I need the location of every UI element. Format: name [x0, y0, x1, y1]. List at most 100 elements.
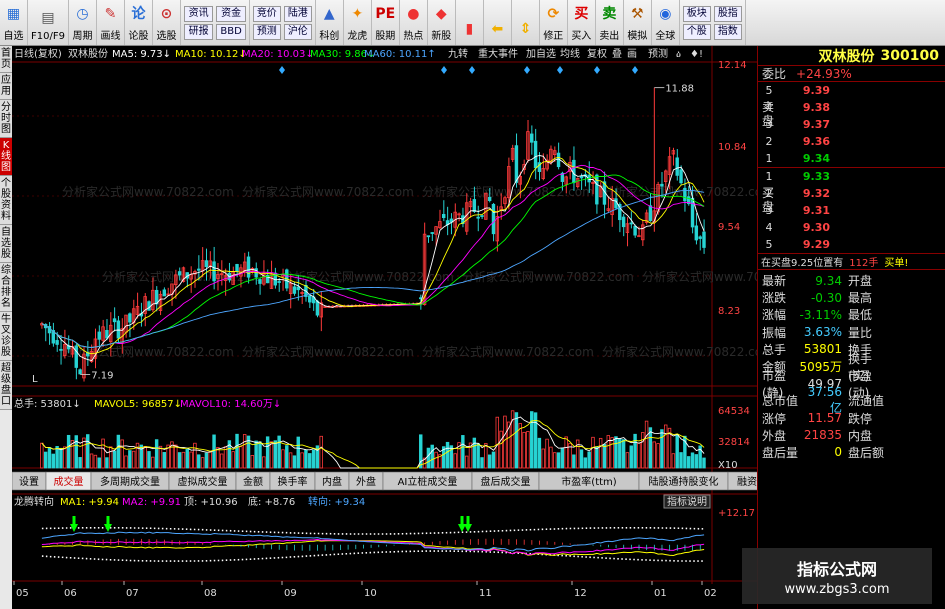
- toolbar-grid-c-btn-1[interactable]: 股指: [713, 5, 742, 22]
- indicator-tab-7[interactable]: 外盘: [356, 475, 376, 488]
- chart-header-button-4[interactable]: 复权: [587, 47, 607, 60]
- indicator-tab-4[interactable]: 金额: [243, 475, 263, 488]
- candle-body: [698, 236, 702, 239]
- side-tab-3[interactable]: K线图: [0, 138, 12, 176]
- toolbar-c-4-button[interactable]: 买买入: [568, 0, 596, 45]
- indicator-tab-2[interactable]: 多周期成交量: [100, 475, 160, 488]
- kline-chart-area[interactable]: 分析家公式网www.70822.com 分析家公式网www.70822.com 分析…: [12, 46, 757, 599]
- chart-canvas[interactable]: 分析家公式网www.70822.com 分析家公式网www.70822.com 分析…: [12, 46, 757, 599]
- toolbar-grid-b-btn-3[interactable]: 沪伦: [283, 23, 312, 40]
- stat-row: 最新 9.34 开盘: [758, 272, 945, 289]
- toolbar-a-2-button[interactable]: ◷ 周期: [69, 0, 97, 45]
- indicator-tab-10[interactable]: 市盈率(ttm): [561, 475, 616, 488]
- chart-header-button-0[interactable]: 九转: [448, 47, 468, 60]
- chart-header-button-3[interactable]: 均线: [560, 47, 580, 60]
- date-axis-label: 09: [284, 588, 297, 599]
- toolbar-c-3-button[interactable]: ⟳ 修正: [540, 0, 568, 45]
- indicator-tab-8[interactable]: AI立桩成交量: [398, 475, 458, 488]
- side-tab-6[interactable]: 综合排名: [0, 263, 12, 312]
- toolbar-grid-c-btn-2[interactable]: 个股: [682, 23, 711, 40]
- toolbar-c-5-button[interactable]: 卖卖出: [596, 0, 624, 45]
- candle-body: [675, 157, 679, 176]
- toolbar-grid-a-btn-3[interactable]: BBD: [216, 23, 246, 40]
- volume-bar: [583, 457, 588, 469]
- toolbar-b-0-button[interactable]: ▲ 科创: [316, 0, 344, 45]
- toolbar-a-5-button[interactable]: ⊙ 选股: [153, 0, 181, 45]
- sell-icon: 卖: [602, 6, 617, 22]
- volume-bar: [185, 448, 189, 469]
- indicator-tab-3[interactable]: 虚拟成交量: [178, 475, 228, 488]
- toolbar-b-4-button[interactable]: ◆ 新股: [428, 0, 456, 45]
- event-marker-3[interactable]: [524, 66, 530, 74]
- event-marker-2[interactable]: [469, 66, 475, 74]
- toolbar-c-1-button[interactable]: ⬅: [484, 0, 512, 45]
- toolbar-grid-a-btn-1[interactable]: 资金: [216, 5, 246, 22]
- mavol10-label: MAVOL10: 14.60万↓: [180, 399, 281, 410]
- chart-header-button-9[interactable]: ♦!: [690, 49, 703, 60]
- candle-body: [514, 145, 519, 183]
- candle-body: [491, 203, 496, 235]
- toolbar-a-1-button[interactable]: ▤ F10/F9: [28, 0, 69, 45]
- toolbar-b-3-button[interactable]: ● 热点: [400, 0, 428, 45]
- indicator-tab-11[interactable]: 陆股通持股变化: [649, 475, 719, 488]
- toolbar-grid-b-btn-0[interactable]: 竞价: [252, 5, 281, 22]
- stat-key: 涨跌: [762, 291, 787, 306]
- toolbar-grid-a-btn-0[interactable]: 资讯: [183, 5, 214, 22]
- chart-header-button-5[interactable]: 叠: [612, 48, 622, 60]
- chart-header-button-6[interactable]: 画: [627, 49, 637, 60]
- indicator-tab-1[interactable]: 成交量: [54, 475, 84, 488]
- volume-bar: [610, 437, 614, 469]
- volume-bar: [235, 433, 239, 469]
- toolbar-b-2-label: 股期: [375, 31, 396, 42]
- indicator-tab-12[interactable]: 融资融券变化: [737, 475, 757, 488]
- toolbar-c-7-button[interactable]: ◉ 全球: [652, 0, 680, 45]
- volume-bar: [445, 441, 450, 469]
- toolbar-a-4-button[interactable]: 论论股: [125, 0, 153, 45]
- side-tab-4[interactable]: 个股资料: [0, 176, 12, 225]
- indicator-tab-0[interactable]: 设置: [19, 476, 39, 488]
- toolbar-a-0-button[interactable]: ▦ 自选: [0, 0, 28, 45]
- side-tab-8[interactable]: 超级盘口: [0, 361, 12, 410]
- toolbar-grid-c-btn-0[interactable]: 板块: [682, 5, 711, 22]
- event-marker-1[interactable]: [441, 66, 447, 74]
- event-marker-5[interactable]: [594, 66, 600, 74]
- side-tab-5[interactable]: 自选股: [0, 225, 12, 263]
- toolbar-b-1-button[interactable]: ✦ 龙虎: [344, 0, 372, 45]
- event-marker-6[interactable]: [632, 66, 638, 74]
- toolbar-grid-b-btn-1[interactable]: 陆港: [283, 5, 312, 22]
- price-axis-label: 10.84: [718, 142, 747, 153]
- toolbar-grid-b-btn-2[interactable]: 预测: [252, 23, 281, 40]
- side-tab-1[interactable]: 应用: [0, 73, 12, 100]
- candle-body: [97, 331, 101, 340]
- chart-header-button-1[interactable]: 重大事件: [478, 47, 518, 60]
- toolbar-grid-c-btn-3[interactable]: 指数: [713, 23, 742, 40]
- candle-body: [648, 205, 653, 222]
- volume-bar: [598, 437, 603, 469]
- toolbar-c-2-button[interactable]: ⇕: [512, 0, 540, 45]
- volume-bar: [625, 452, 630, 469]
- chart-header-button-2[interactable]: 加自选: [526, 47, 556, 60]
- candle-body: [472, 199, 477, 212]
- toolbar-grid-a-btn-2[interactable]: 研报: [183, 23, 214, 40]
- indicator-tab-6[interactable]: 内盘: [322, 475, 342, 488]
- event-marker-4[interactable]: [557, 66, 563, 74]
- toolbar-b-2-button[interactable]: PE 股期: [372, 0, 400, 45]
- side-tab-2[interactable]: 分时图: [0, 100, 12, 138]
- indicator-tab-5[interactable]: 换手率: [278, 475, 308, 488]
- toolbar-a-3-button[interactable]: ✎ 画线: [97, 0, 125, 45]
- volume-bar: [154, 439, 159, 469]
- chart-header-button-7[interactable]: 预测: [648, 47, 668, 60]
- chart-header-button-8[interactable]: ዕ: [676, 49, 681, 60]
- price-axis-label: 12.14: [718, 60, 747, 71]
- indicator-tab-9[interactable]: 盘后成交量: [481, 475, 531, 488]
- side-tab-0[interactable]: 首页: [0, 46, 12, 73]
- toolbar-a-0-label: 自选: [3, 31, 24, 42]
- toolbar-a-5-label: 选股: [156, 31, 177, 42]
- toolbar-c-6-button[interactable]: ⚒ 模拟: [624, 0, 652, 45]
- order-price: 9.38: [802, 101, 830, 114]
- volume-bar: [51, 453, 56, 469]
- event-marker-0[interactable]: [279, 66, 285, 74]
- toolbar-c-0-button[interactable]: ▮: [456, 0, 484, 45]
- side-tab-7[interactable]: 牛叉诊股: [0, 312, 12, 361]
- volume-bar: [679, 452, 683, 469]
